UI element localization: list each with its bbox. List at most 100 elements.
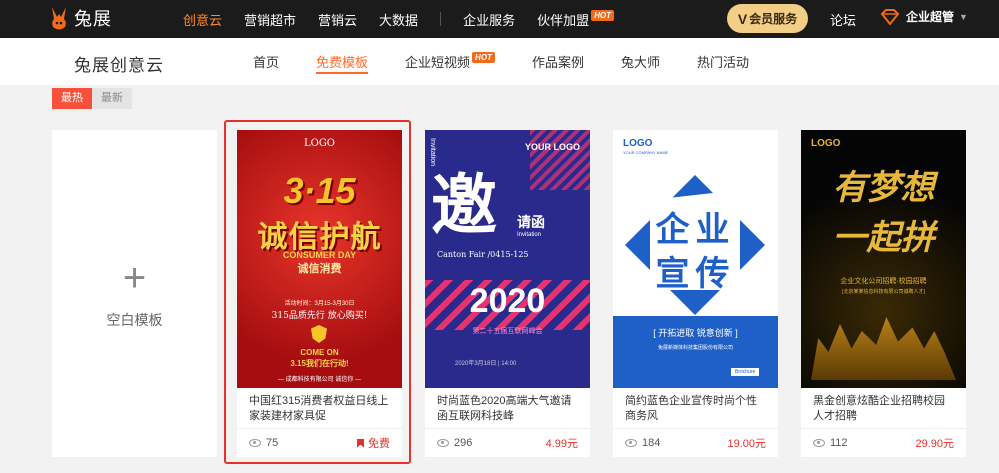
blank-template-card[interactable]: + 空白模板	[52, 130, 217, 457]
nav-divider	[440, 12, 442, 26]
caret-down-icon: ▼	[959, 11, 968, 22]
template-thumbnail[interactable]: LOGO 3·15 诚信护航 CONSUMER DAY 诚信消费 活动时间：3月…	[237, 130, 402, 388]
filter-newest[interactable]: 最新	[92, 88, 132, 109]
shield-icon	[311, 325, 327, 343]
top-nav: 创意云 营销超市 营销云 大数据 企业服务 伙伴加盟 HOT	[183, 0, 636, 38]
thumb-footer: — 成都科技有限公司 诚信你 —	[277, 377, 361, 383]
thumb-word1: 企业	[655, 211, 736, 249]
topnav-item-marketing-cloud[interactable]: 营销云	[318, 10, 357, 29]
template-title[interactable]: 简约蓝色企业宣传时尚个性商务风	[613, 388, 778, 428]
thumb-sub: 企业文化公司招聘·校园招聘	[840, 278, 927, 285]
subnav-item-free-templates[interactable]: 免费模板	[316, 38, 369, 85]
price-label: 29.90元	[915, 438, 954, 450]
view-count: 184	[642, 437, 661, 449]
thumb-sub2: [北京某某信息科技有限公司诚聘人才]	[842, 289, 925, 295]
template-thumbnail[interactable]: LOGO YOUR COMPANY NAME 企业 宣传 [ 开拓进取 锐意创新…	[613, 130, 778, 388]
thumb-logo: LOGO	[811, 138, 841, 149]
thumb-big2: 一起拼	[832, 219, 935, 257]
thumb-company: 兔展新媒体科技集团股份有限公司	[657, 345, 733, 351]
template-thumbnail[interactable]: LOGO 有梦想 一起拼 企业文化公司招聘·校园招聘 [北京某某信息科技有限公司…	[801, 130, 966, 388]
template-title[interactable]: 黑金创意炫酷企业招聘校园人才招聘	[801, 388, 966, 428]
template-card[interactable]: LOGO YOUR COMPANY NAME 企业 宣传 [ 开拓进取 锐意创新…	[613, 130, 778, 457]
thumb-logo: LOGO	[623, 138, 653, 149]
brand-title: 兔展创意云	[74, 56, 164, 75]
plus-icon: +	[122, 255, 147, 300]
topnav-item-enterprise-service[interactable]: 企业服务	[463, 10, 515, 29]
view-count: 296	[454, 437, 473, 449]
sub-navbar: 兔展创意云 首页 免费模板 企业短视频 HOT 作品案例 兔大师 热门活动	[0, 38, 999, 85]
hot-badge: HOT	[591, 9, 614, 21]
vip-service-button[interactable]: V 会员服务	[727, 4, 808, 33]
thumb-line: Canton Fair /0415-125	[437, 250, 529, 259]
price-label: 免费	[368, 438, 390, 450]
thumb-logo: YOUR LOGO	[524, 142, 580, 152]
view-count: 75	[266, 437, 279, 449]
thumb-logo-sub: YOUR COMPANY NAME	[623, 150, 669, 155]
thumb-big1: 有梦想	[832, 169, 935, 207]
price-label: 4.99元	[545, 438, 578, 450]
rabbit-logo-icon	[52, 7, 66, 30]
eye-icon	[813, 439, 825, 447]
thumb-badge2: 3.15我们在行动!	[290, 359, 349, 368]
forum-link[interactable]: 论坛	[830, 10, 856, 29]
thumb-slogan: [ 开拓进取 锐意创新 ]	[653, 328, 738, 338]
top-navbar: 兔展 创意云 营销超市 营销云 大数据 企业服务 伙伴加盟 HOT V 会员服务 …	[0, 0, 999, 38]
logo-text: 兔展	[74, 9, 112, 29]
thumb-btn: Brochure	[731, 368, 760, 376]
topnav-item-creative-cloud[interactable]: 创意云	[183, 10, 222, 29]
topnav-item-marketing-market[interactable]: 营销超市	[244, 10, 296, 29]
subnav-item-home[interactable]: 首页	[253, 38, 279, 85]
filter-hottest[interactable]: 最热	[52, 88, 92, 109]
topnav-item-big-data[interactable]: 大数据	[379, 10, 418, 29]
subnav-item-short-video[interactable]: 企业短视频 HOT	[405, 38, 495, 85]
template-meta: 75 免费	[237, 428, 402, 457]
bookmark-icon	[357, 438, 364, 448]
subnav-item-cases[interactable]: 作品案例	[532, 38, 584, 85]
sort-filters: 最热 最新	[52, 88, 132, 109]
subnav-item-master[interactable]: 兔大师	[621, 38, 660, 85]
hot-badge: HOT	[472, 52, 495, 63]
logo[interactable]: 兔展	[48, 5, 112, 31]
eye-icon	[249, 439, 261, 447]
vip-icon: V	[737, 10, 748, 27]
template-meta: 112 29.90元	[801, 428, 966, 457]
eye-icon	[437, 439, 449, 447]
template-thumbnail[interactable]: Invitation YOUR LOGO 邀 请函 Invitation Can…	[425, 130, 590, 388]
template-meta: 296 4.99元	[425, 428, 590, 457]
thumb-info: 2020年3月18日 | 14:00	[455, 361, 517, 367]
thumb-inv: Invitation	[517, 232, 542, 238]
price-label: 19.00元	[727, 438, 766, 450]
thumb-big-char: 邀	[431, 168, 497, 242]
template-card[interactable]: Invitation YOUR LOGO 邀 请函 Invitation Can…	[425, 130, 590, 457]
sub-nav: 首页 免费模板 企业短视频 HOT 作品案例 兔大师 热门活动	[253, 38, 786, 85]
vip-label: 会员服务	[749, 12, 798, 26]
enterprise-label: 企业超管	[906, 10, 955, 24]
template-title[interactable]: 中国红315消费者权益日线上家装建材家具促	[237, 388, 402, 428]
diamond-icon	[880, 8, 900, 25]
thumb-badge: COME ON	[300, 348, 339, 357]
thumb-sub: CONSUMER DAY	[282, 250, 357, 260]
thumb-big-text: 3·15	[283, 170, 356, 211]
topnav-item-partner[interactable]: 伙伴加盟 HOT	[537, 9, 614, 29]
thumb-slogan: 315品质先行 放心购买!	[271, 311, 368, 321]
enterprise-admin-menu[interactable]: 企业超管 ▼	[880, 8, 968, 25]
template-title[interactable]: 时尚蓝色2020高端大气邀请函互联网科技峰	[425, 388, 590, 428]
thumb-pink-stripe	[530, 130, 590, 190]
thumb-silhouettes	[811, 317, 956, 380]
thumb-logo: LOGO	[303, 138, 336, 149]
thumb-word2: 宣传	[655, 255, 736, 293]
partner-label: 伙伴加盟	[537, 12, 590, 28]
subnav-item-hot-events[interactable]: 热门活动	[697, 38, 749, 85]
template-meta: 184 19.00元	[613, 428, 778, 457]
thumb-strip: 第二十五届互联网峰会	[472, 328, 543, 335]
blank-template-label: 空白模板	[106, 311, 163, 328]
template-card[interactable]: LOGO 有梦想 一起拼 企业文化公司招聘·校园招聘 [北京某某信息科技有限公司…	[801, 130, 966, 457]
short-video-label: 企业短视频	[405, 55, 471, 70]
view-count: 112	[830, 437, 848, 449]
thumb-date: 活动时间：3月15-3月30日	[284, 301, 355, 307]
price-free: 免费	[357, 435, 390, 451]
eye-icon	[625, 439, 637, 447]
template-card[interactable]: LOGO 3·15 诚信护航 CONSUMER DAY 诚信消费 活动时间：3月…	[237, 130, 402, 457]
thumb-small: 请函	[517, 214, 545, 230]
thumb-sub2: 诚信消费	[297, 263, 342, 275]
